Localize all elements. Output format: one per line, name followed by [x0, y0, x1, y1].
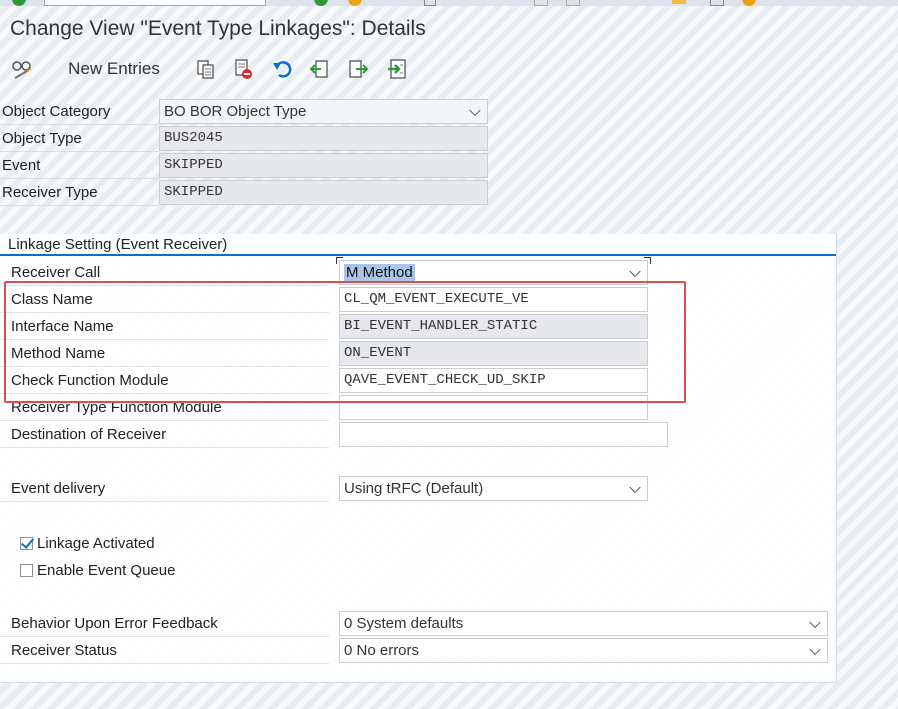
interface-name-label: Interface Name	[0, 314, 329, 340]
receiver-type-label: Receiver Type	[0, 180, 159, 206]
select-all-button[interactable]	[384, 54, 410, 84]
object-category-value: BO BOR Object Type	[164, 103, 307, 120]
find-next-icon[interactable]	[566, 0, 580, 6]
linkage-setting-title: Linkage Setting (Event Receiver)	[8, 236, 228, 253]
enable-event-queue-checkbox[interactable]	[20, 563, 33, 577]
destination-of-receiver-label: Destination of Receiver	[0, 422, 329, 448]
class-name-label: Class Name	[0, 287, 329, 313]
enable-event-queue-label: Enable Event Queue	[37, 561, 176, 579]
linkage-activated-checkbox[interactable]	[20, 534, 35, 550]
undo-button[interactable]	[269, 54, 295, 84]
delete-icon	[235, 59, 252, 79]
chevron-down-icon	[469, 104, 481, 116]
receiver-type-field: SKIPPED	[159, 180, 488, 205]
class-name-field[interactable]: CL_QM_EVENT_EXECUTE_VE	[339, 287, 648, 312]
check-function-module-field[interactable]: QAVE_EVENT_CHECK_UD_SKIP	[339, 368, 648, 393]
object-category-label: Object Category	[0, 99, 159, 125]
method-name-label: Method Name	[0, 341, 329, 367]
receiver-type-row: Receiver Type SKIPPED	[0, 180, 489, 207]
next-entry-icon	[349, 60, 369, 78]
new-entries-button[interactable]: New Entries	[64, 54, 164, 84]
page-title: Change View "Event Type Linkages": Detai…	[10, 17, 426, 40]
delete-button[interactable]	[230, 54, 256, 84]
receiver-type-function-module-label: Receiver Type Function Module	[0, 395, 329, 421]
find-icon[interactable]	[534, 0, 548, 6]
print-icon[interactable]	[424, 0, 436, 6]
application-toolbar: New Entries	[0, 54, 898, 84]
display-change-button[interactable]	[8, 54, 36, 84]
linkage-setting-group: Linkage Setting (Event Receiver) Receive…	[0, 234, 837, 683]
receiver-call-label: Receiver Call	[0, 260, 329, 286]
event-delivery-label: Event delivery	[0, 476, 329, 502]
event-field: SKIPPED	[159, 153, 488, 178]
command-field[interactable]	[44, 0, 266, 6]
event-row: Event SKIPPED	[0, 153, 489, 180]
focus-corner	[644, 257, 651, 264]
receiver-status-value: 0 No errors	[344, 642, 420, 659]
select-all-icon	[388, 59, 406, 79]
folder-icon[interactable]	[672, 0, 686, 4]
interface-name-field: BI_EVENT_HANDLER_STATIC	[339, 314, 648, 339]
system-toolbar-strip	[0, 0, 898, 6]
back-icon[interactable]	[314, 0, 328, 6]
chevron-down-icon	[809, 643, 821, 655]
enable-event-queue-row[interactable]: Enable Event Queue	[20, 559, 175, 581]
copy-button[interactable]	[193, 54, 219, 84]
object-type-row: Object Type BUS2045	[0, 126, 489, 153]
event-delivery-dropdown[interactable]: Using tRFC (Default)	[339, 476, 648, 501]
focus-corner	[336, 257, 343, 264]
chevron-down-icon	[629, 265, 641, 277]
receiver-type-function-module-field[interactable]	[339, 395, 648, 420]
behavior-upon-error-label: Behavior Upon Error Feedback	[0, 611, 329, 637]
display-change-icon	[12, 61, 32, 79]
object-type-label: Object Type	[0, 126, 159, 152]
object-category-dropdown[interactable]: BO BOR Object Type	[159, 99, 488, 124]
check-function-module-label: Check Function Module	[0, 368, 329, 394]
checkmark-icon	[20, 534, 35, 549]
object-category-row: Object Category BO BOR Object Type	[0, 99, 489, 126]
previous-entry-icon	[309, 60, 328, 78]
chevron-down-icon	[629, 481, 641, 493]
linkage-activated-label: Linkage Activated	[37, 534, 155, 552]
undo-icon	[273, 61, 292, 78]
linkage-activated-row[interactable]: Linkage Activated	[20, 532, 155, 554]
receiver-call-dropdown[interactable]: M Method	[339, 260, 648, 285]
receiver-call-value: M Method	[344, 264, 415, 281]
behavior-upon-error-value: 0 System defaults	[344, 615, 464, 632]
behavior-upon-error-dropdown[interactable]: 0 System defaults	[339, 611, 828, 636]
group-divider	[0, 254, 836, 256]
receiver-status-dropdown[interactable]: 0 No errors	[339, 638, 828, 663]
event-delivery-value: Using tRFC (Default)	[344, 480, 484, 497]
layout-icon[interactable]	[710, 0, 724, 6]
help-icon[interactable]	[742, 0, 756, 6]
exit-icon[interactable]	[348, 0, 362, 6]
copy-icon	[197, 60, 214, 79]
destination-of-receiver-field[interactable]	[339, 422, 668, 447]
chevron-down-icon	[809, 616, 821, 628]
event-label: Event	[0, 153, 159, 179]
enter-icon[interactable]	[12, 0, 26, 6]
previous-entry-button[interactable]	[307, 54, 333, 84]
object-type-field: BUS2045	[159, 126, 488, 151]
method-name-field: ON_EVENT	[339, 341, 648, 366]
new-entries-label: New Entries	[68, 59, 160, 78]
next-entry-button[interactable]	[345, 54, 371, 84]
receiver-status-label: Receiver Status	[0, 638, 329, 664]
